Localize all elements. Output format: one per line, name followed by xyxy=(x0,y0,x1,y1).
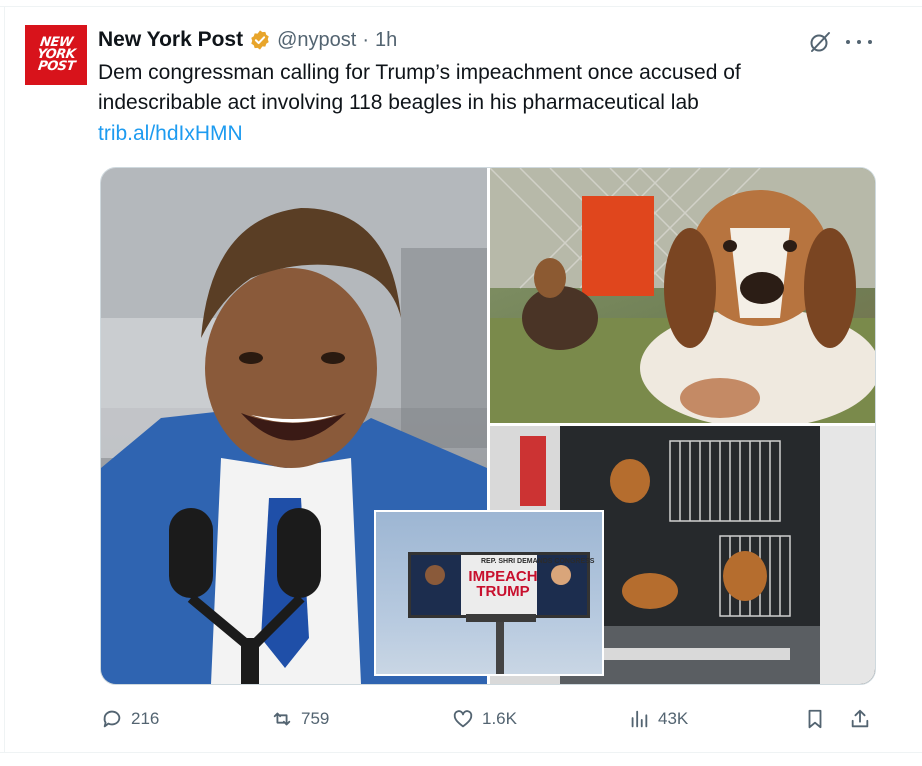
billboard: REP. SHRI DEMANDS CONGRESS IMPEACH TRUMP xyxy=(408,552,594,618)
avatar-line-3: POST xyxy=(36,59,76,74)
reply-button[interactable]: 216 xyxy=(101,705,159,733)
repost-button[interactable]: 759 xyxy=(271,705,329,733)
tweet-link[interactable]: trib.al/hdIxHMN xyxy=(98,120,243,148)
left-divider xyxy=(4,6,5,752)
views-chart-icon xyxy=(631,710,648,728)
tweet-text-line-2: indescribable act involving 118 beagles … xyxy=(98,91,699,114)
media-grid: REP. SHRI DEMANDS CONGRESS IMPEACH TRUMP xyxy=(100,167,876,685)
heart-icon xyxy=(453,710,473,728)
views-button[interactable]: 43K xyxy=(628,705,688,733)
handle[interactable]: @nypost xyxy=(277,29,356,52)
tweet-text-line-1: Dem congressman calling for Trump’s impe… xyxy=(98,61,741,84)
share-button[interactable] xyxy=(849,705,879,733)
repost-icon xyxy=(273,712,291,726)
timestamp[interactable]: 1h xyxy=(375,29,397,52)
share-icon xyxy=(851,709,869,728)
bookmark-icon xyxy=(808,709,822,729)
reply-count: 216 xyxy=(131,709,160,728)
media-inset-billboard[interactable]: REP. SHRI DEMANDS CONGRESS IMPEACH TRUMP xyxy=(374,510,604,676)
display-name[interactable]: New York Post xyxy=(98,28,243,52)
like-button[interactable]: 1.6K xyxy=(452,705,517,733)
tweet-header: New York Post @nypost · 1h xyxy=(98,26,397,54)
views-count: 43K xyxy=(658,709,689,728)
billboard-title: REP. SHRI DEMANDS CONGRESS xyxy=(481,558,595,565)
tweet-text: Dem congressman calling for Trump’s impe… xyxy=(98,58,878,118)
repost-count: 759 xyxy=(301,709,330,728)
bottom-divider xyxy=(0,752,922,753)
avatar[interactable]: NEW YORK POST xyxy=(25,25,87,85)
more-options-icon[interactable] xyxy=(846,30,872,54)
billboard-main-text: IMPEACH TRUMP xyxy=(468,568,538,600)
verified-badge-icon xyxy=(251,30,269,50)
like-count: 1.6K xyxy=(482,709,517,728)
beagle-illustration xyxy=(490,168,875,423)
bookmark-button[interactable] xyxy=(804,705,834,733)
separator: · xyxy=(362,28,370,51)
grok-icon[interactable] xyxy=(808,30,832,54)
tweet-actions: 216 759 1.6K 43K xyxy=(0,705,922,733)
top-divider xyxy=(0,6,922,7)
media-photo-beagle[interactable] xyxy=(490,168,875,423)
reply-icon xyxy=(103,710,121,728)
